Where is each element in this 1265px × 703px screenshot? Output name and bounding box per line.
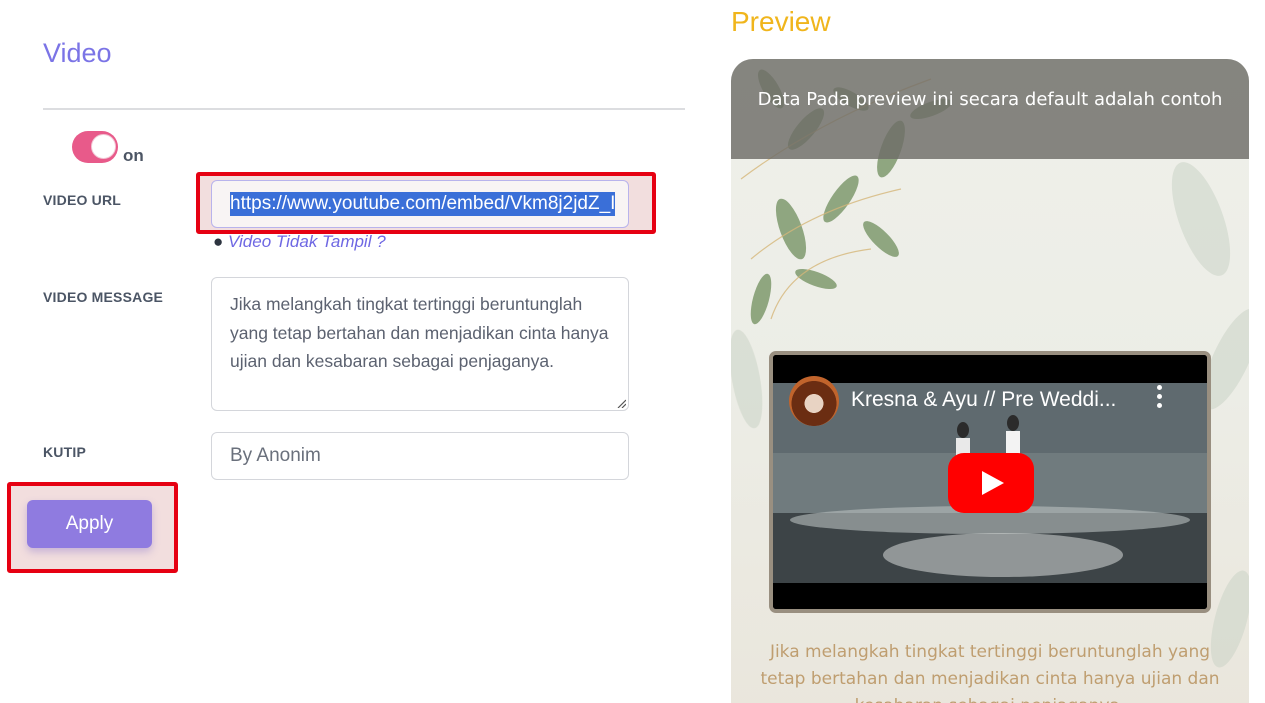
toggle-state-label: on: [123, 146, 144, 165]
video-player[interactable]: Kresna & Ayu // Pre Weddi...: [769, 351, 1211, 613]
preview-card: Data Pada preview ini secara default ada…: [731, 59, 1249, 703]
youtube-play-icon[interactable]: [948, 453, 1034, 513]
divider: [43, 108, 685, 110]
help-line: ● Video Tidak Tampil ?: [213, 232, 386, 252]
kutip-input[interactable]: By Anonim: [211, 432, 629, 480]
apply-button[interactable]: Apply: [27, 500, 152, 548]
section-title: Video: [43, 38, 112, 68]
toggle-knob: [91, 134, 116, 159]
resize-handle-icon[interactable]: [616, 398, 626, 408]
more-vert-icon[interactable]: [1157, 385, 1163, 412]
video-url-input[interactable]: https://www.youtube.com/embed/Vkm8j2jdZ_…: [211, 180, 629, 228]
video-url-selected-text: https://www.youtube.com/embed/Vkm8j2jdZ_…: [230, 192, 616, 216]
video-message-label: VIDEO MESSAGE: [43, 289, 164, 305]
video-enable-toggle[interactable]: [72, 131, 118, 163]
video-url-label: VIDEO URL: [43, 192, 122, 208]
video-message-text: Jika melangkah tingkat tertinggi beruntu…: [230, 294, 609, 371]
video-settings-page: Video on VIDEO URL https://www.youtube.c…: [0, 0, 1265, 703]
kutip-label: KUTIP: [43, 444, 86, 460]
video-not-showing-link[interactable]: Video Tidak Tampil ?: [228, 232, 386, 251]
bullet-icon: ●: [213, 232, 228, 251]
preview-title: Preview: [731, 6, 831, 37]
preview-video-message: Jika melangkah tingkat tertinggi beruntu…: [760, 642, 1220, 703]
kutip-value: By Anonim: [230, 445, 321, 466]
preview-banner-text: Data Pada preview ini secara default ada…: [757, 89, 1223, 110]
channel-avatar[interactable]: [789, 376, 839, 426]
video-message-textarea[interactable]: Jika melangkah tingkat tertinggi beruntu…: [211, 277, 629, 411]
video-title[interactable]: Kresna & Ayu // Pre Weddi...: [851, 388, 1116, 412]
